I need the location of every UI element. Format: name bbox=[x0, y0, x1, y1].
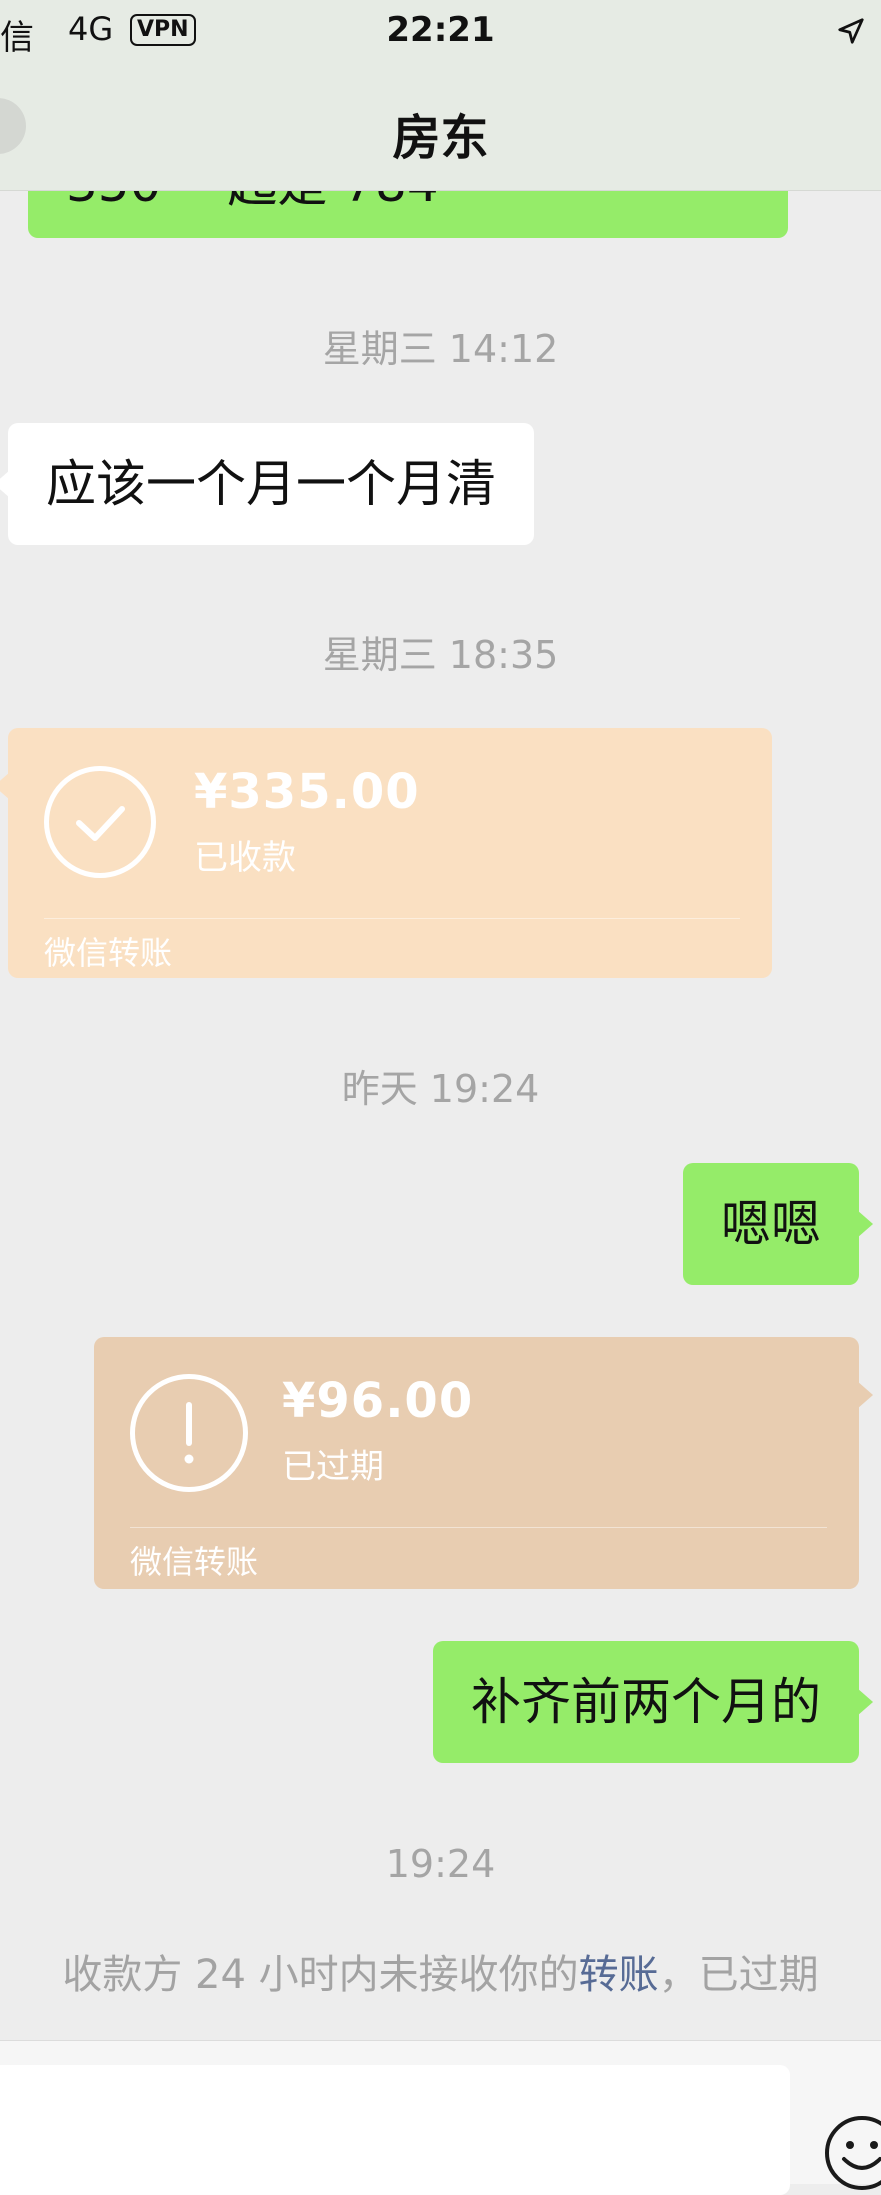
system-notice: 收款方 24 小时内未接收你的转账，已过期 bbox=[0, 1942, 881, 2000]
system-notice-text: 收款方 24 小时内未接收你的 bbox=[62, 1952, 579, 1998]
timestamp: 星期三 18:35 bbox=[322, 633, 559, 677]
card-divider bbox=[44, 918, 740, 919]
exclamation-circle-icon bbox=[130, 1374, 248, 1492]
emoji-icon[interactable] bbox=[822, 2113, 881, 2193]
transfer-brand: 微信转账 bbox=[44, 934, 173, 972]
transfer-link[interactable]: 转账 bbox=[579, 1952, 659, 1998]
message-bubble-received[interactable]: 应该一个月一个月清 bbox=[0, 423, 534, 545]
system-notice-suffix: ，已过期 bbox=[658, 1952, 819, 1998]
message-text: 补齐前两个月的 bbox=[471, 1673, 821, 1731]
timestamp: 星期三 14:12 bbox=[322, 327, 559, 371]
timestamp: 昨天 19:24 bbox=[341, 1067, 540, 1111]
message-text: 应该一个月一个月清 bbox=[46, 455, 496, 513]
message-bubble-sent[interactable]: 嗯嗯 bbox=[683, 1163, 873, 1285]
status-time: 22:21 bbox=[386, 10, 495, 50]
transfer-brand: 微信转账 bbox=[130, 1543, 259, 1581]
input-bar bbox=[0, 2040, 881, 2195]
check-circle-icon bbox=[44, 766, 156, 878]
transfer-card-expired[interactable]: ¥96.00 已过期 微信转账 bbox=[94, 1337, 873, 1589]
message-text: 嗯嗯 bbox=[721, 1195, 821, 1253]
transfer-status: 已收款 bbox=[194, 838, 296, 878]
top-bar: 信 4G VPN 22:21 房东 bbox=[0, 0, 881, 191]
timestamp: 19:24 bbox=[385, 1842, 496, 1886]
transfer-status: 已过期 bbox=[282, 1447, 384, 1487]
transfer-amount: ¥96.00 bbox=[282, 1373, 474, 1429]
transfer-card-received[interactable]: ¥335.00 已收款 微信转账 bbox=[0, 728, 772, 978]
page-title: 房东 bbox=[392, 110, 489, 166]
transfer-amount: ¥335.00 bbox=[194, 764, 420, 820]
location-arrow-icon bbox=[838, 18, 864, 44]
card-divider bbox=[130, 1527, 827, 1528]
message-input[interactable] bbox=[0, 2065, 790, 2195]
message-bubble-sent[interactable]: 补齐前两个月的 bbox=[433, 1641, 873, 1763]
